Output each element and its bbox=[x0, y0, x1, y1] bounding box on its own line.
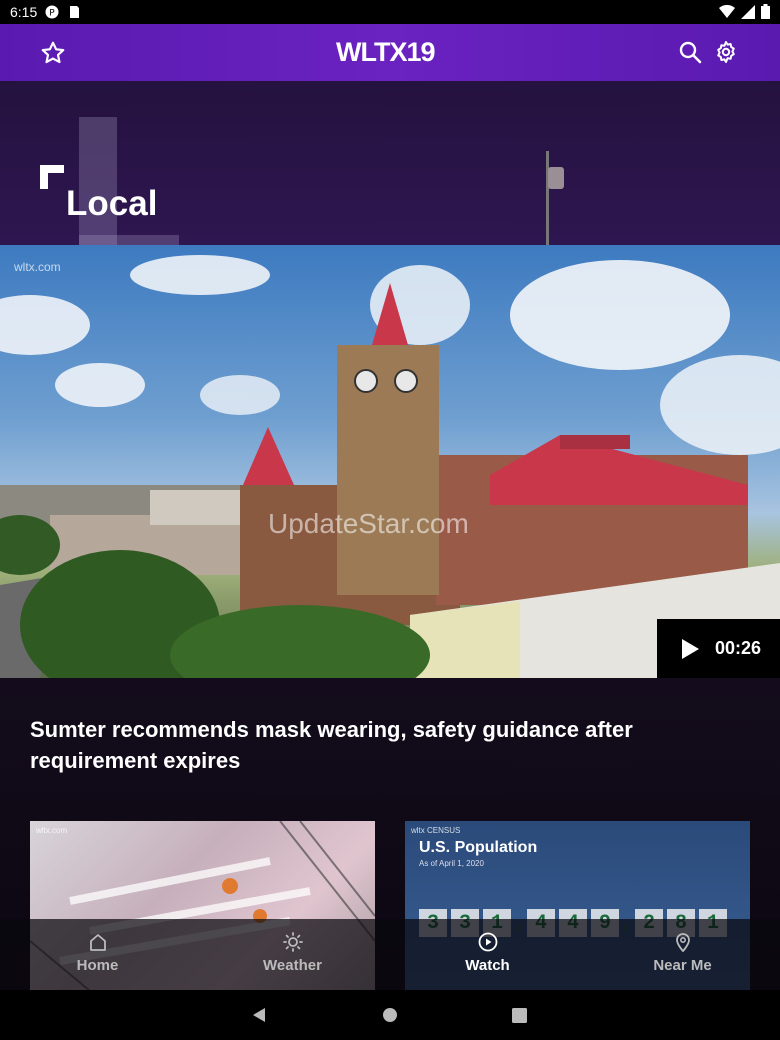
video-duration-badge[interactable]: 00:26 bbox=[657, 619, 780, 678]
signal-icon bbox=[741, 4, 755, 19]
station-watermark: wltx.com bbox=[14, 260, 61, 274]
wifi-icon bbox=[719, 4, 735, 18]
nav-near-me-label: Near Me bbox=[653, 957, 712, 974]
status-time: 6:15 bbox=[10, 4, 38, 20]
thumbnail-tag: wltx.com bbox=[36, 826, 68, 835]
play-icon bbox=[682, 638, 699, 659]
thumbnail-title: U.S. Population bbox=[419, 839, 538, 856]
story-headline[interactable]: Sumter recommends mask wearing, safety g… bbox=[30, 714, 730, 776]
decorative-letter-foot bbox=[79, 235, 179, 245]
video-duration: 00:26 bbox=[715, 638, 762, 658]
star-icon[interactable] bbox=[40, 40, 66, 66]
hero-scene bbox=[0, 255, 780, 678]
recents-icon[interactable] bbox=[512, 1008, 527, 1023]
sd-card-icon bbox=[70, 6, 80, 18]
app-bar: WLTX19 bbox=[0, 24, 780, 81]
flagpole bbox=[546, 151, 549, 245]
svg-text:P: P bbox=[50, 9, 56, 19]
notification-p-icon: P bbox=[45, 5, 59, 19]
nav-weather-label: Weather bbox=[263, 957, 322, 974]
thumbnail-tag: wltx CENSUS bbox=[411, 826, 461, 835]
nav-home-label: Home bbox=[76, 957, 119, 974]
battery-icon bbox=[761, 4, 770, 19]
flag bbox=[548, 167, 564, 189]
play-circle-icon bbox=[478, 932, 497, 952]
thumbnail-subtitle: As of April 1, 2020 bbox=[419, 859, 484, 868]
location-pin-icon bbox=[675, 933, 690, 952]
bottom-nav: Home Weather Watch Near Me bbox=[0, 919, 780, 990]
nav-weather[interactable]: Weather bbox=[195, 919, 390, 990]
section-title: Local bbox=[66, 184, 158, 223]
section-corner-mark bbox=[40, 165, 64, 189]
site-watermark: UpdateStar.com bbox=[268, 508, 469, 539]
hero-video-thumbnail[interactable]: wltx.com UpdateStar.com bbox=[0, 245, 780, 678]
back-icon[interactable] bbox=[251, 1007, 267, 1023]
sun-icon bbox=[282, 932, 303, 952]
nav-watch[interactable]: Watch bbox=[390, 919, 585, 990]
home-icon bbox=[89, 934, 106, 951]
status-bar: 6:15 P bbox=[0, 0, 780, 24]
decorative-letter bbox=[79, 117, 117, 245]
nav-watch-label: Watch bbox=[465, 957, 510, 974]
home-circle-icon[interactable] bbox=[382, 1007, 398, 1023]
search-icon[interactable] bbox=[678, 40, 702, 64]
gear-icon[interactable] bbox=[714, 40, 738, 64]
system-nav-bar bbox=[0, 990, 780, 1040]
nav-near-me[interactable]: Near Me bbox=[585, 919, 780, 990]
station-logo[interactable]: WLTX19 bbox=[336, 37, 436, 68]
nav-home[interactable]: Home bbox=[0, 919, 195, 990]
